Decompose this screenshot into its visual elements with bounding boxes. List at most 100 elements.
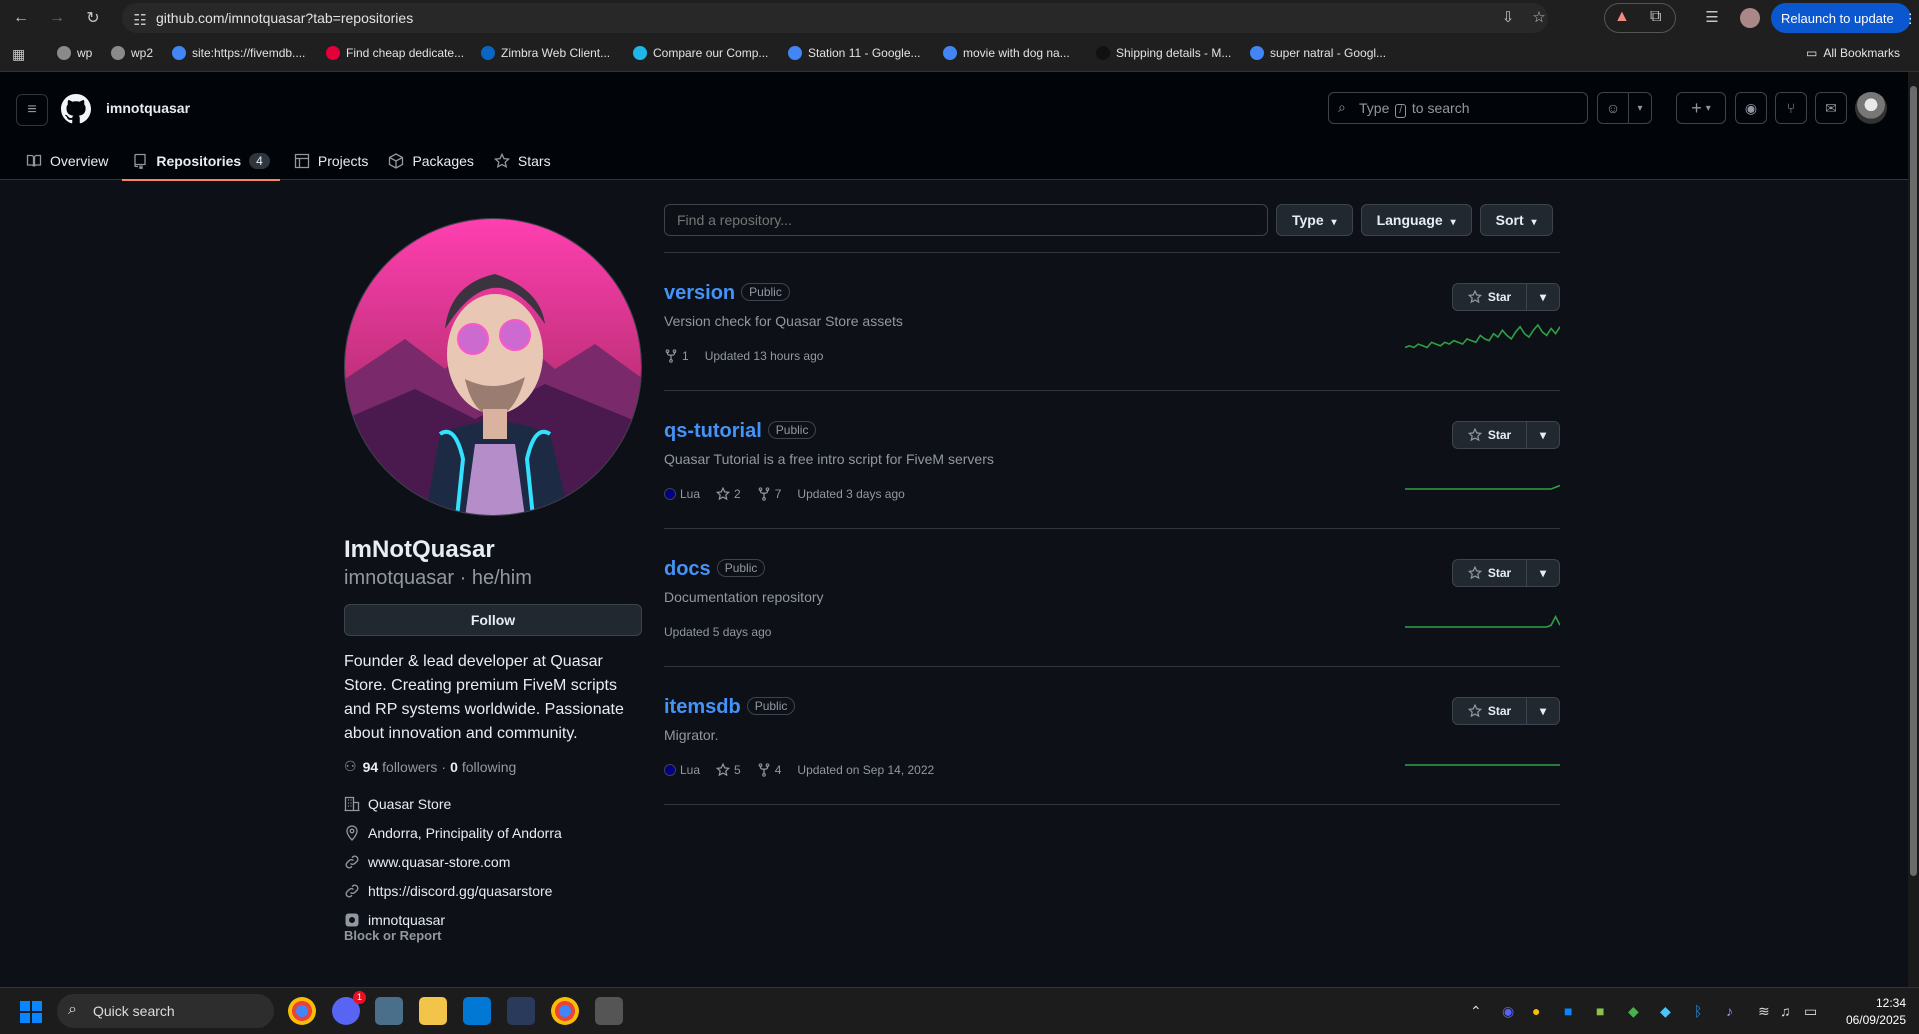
copilot-dropdown-icon[interactable]: ▾ xyxy=(1628,92,1652,124)
quick-search-box[interactable]: ⌕ Quick search xyxy=(57,994,274,1028)
tab-packages[interactable]: Packages xyxy=(378,142,483,180)
chrome-taskbar-icon[interactable] xyxy=(288,997,316,1025)
instagram-link[interactable]: imnotquasar xyxy=(368,912,445,928)
star-list-dropdown-icon[interactable]: ▾ xyxy=(1527,422,1559,448)
tab-overview[interactable]: Overview xyxy=(16,142,118,180)
tab-projects[interactable]: Projects xyxy=(284,142,379,180)
all-bookmarks[interactable]: ▭ All Bookmarks xyxy=(1806,46,1900,60)
generic-app-icon[interactable] xyxy=(595,997,623,1025)
bookmark-star-icon[interactable]: ☆ xyxy=(1529,8,1549,28)
extensions-puzzle-icon[interactable]: ⧉ xyxy=(1650,8,1661,26)
reading-list-icon[interactable]: ☰ xyxy=(1702,8,1722,28)
page-scrollbar[interactable] xyxy=(1908,72,1919,987)
microphone-icon[interactable]: ♪ xyxy=(1726,1003,1733,1019)
issues-icon[interactable]: ◉ xyxy=(1735,92,1767,124)
tray-overflow-icon[interactable]: ⌃ xyxy=(1470,1003,1482,1020)
back-arrow-icon[interactable]: ← xyxy=(9,6,33,30)
vscode-icon[interactable] xyxy=(463,997,491,1025)
bookmark-item[interactable]: Shipping details - M... xyxy=(1096,46,1231,60)
extension-pill[interactable]: ▲ ⧉ xyxy=(1604,3,1676,33)
repo-name-link[interactable]: docs xyxy=(664,558,711,580)
tab-repositories[interactable]: Repositories 4 xyxy=(122,142,280,181)
bookmark-item[interactable]: site:https://fivemdb.... xyxy=(172,46,305,60)
repo-forks[interactable]: 1 xyxy=(664,349,689,363)
github-logo-icon[interactable] xyxy=(61,94,91,124)
discord-tray-icon[interactable]: ◉ xyxy=(1502,1003,1514,1020)
repo-stargazers[interactable]: 5 xyxy=(716,763,741,777)
steam-tray-icon[interactable]: ◆ xyxy=(1660,1003,1671,1020)
relaunch-button[interactable]: Relaunch to update ⋮ xyxy=(1771,3,1917,33)
apps-grid-icon[interactable]: ▦ xyxy=(12,46,25,63)
discord-link[interactable]: https://discord.gg/quasarstore xyxy=(368,883,552,899)
repo-forks[interactable]: 4 xyxy=(757,763,781,777)
snipping-tool-icon[interactable] xyxy=(375,997,403,1025)
bookmark-item[interactable]: movie with dog na... xyxy=(943,46,1070,60)
company-name[interactable]: Quasar Store xyxy=(368,796,451,812)
file-explorer-icon[interactable] xyxy=(419,997,447,1025)
menu-icon[interactable]: ≡ xyxy=(16,94,48,126)
star-list-dropdown-icon[interactable]: ▾ xyxy=(1527,698,1559,724)
create-new-icon[interactable]: + ▾ xyxy=(1676,92,1726,124)
bookmark-item[interactable]: Station 11 - Google... xyxy=(788,46,921,60)
nvidia-tray-icon[interactable]: ■ xyxy=(1596,1003,1604,1019)
battery-icon[interactable]: ▭ xyxy=(1804,1003,1817,1020)
kebab-menu-icon[interactable]: ⋮ xyxy=(1904,11,1917,26)
url-text[interactable]: github.com/imnotquasar?tab=repositories xyxy=(156,10,413,26)
followers-link[interactable]: followers xyxy=(382,759,437,775)
following-link[interactable]: following xyxy=(462,759,516,775)
windows-start-icon[interactable] xyxy=(20,1001,42,1023)
star-button[interactable]: Star xyxy=(1453,560,1527,586)
copilot-icon[interactable]: ☺ xyxy=(1597,92,1629,124)
chrome-profile-taskbar-icon[interactable] xyxy=(551,997,579,1025)
forward-arrow-icon[interactable]: → xyxy=(45,6,69,30)
volume-icon[interactable]: ♫ xyxy=(1780,1003,1791,1019)
user-avatar[interactable] xyxy=(1855,92,1887,124)
repo-forks[interactable]: 7 xyxy=(757,487,781,501)
type-dropdown[interactable]: Type ▾ xyxy=(1276,204,1353,236)
star-button[interactable]: Star xyxy=(1453,698,1527,724)
following-count[interactable]: 0 xyxy=(450,759,458,775)
davinci-resolve-icon[interactable] xyxy=(507,997,535,1025)
repo-name-link[interactable]: itemsdb xyxy=(664,696,741,718)
star-list-dropdown-icon[interactable]: ▾ xyxy=(1527,560,1559,586)
star-button[interactable]: Star xyxy=(1453,284,1527,310)
bookmark-item[interactable]: wp2 xyxy=(111,46,153,60)
scrollbar-thumb[interactable] xyxy=(1910,86,1917,876)
discord-taskbar-icon[interactable]: 1 xyxy=(332,991,366,1025)
pull-requests-icon[interactable]: ⑂ xyxy=(1775,92,1807,124)
follow-button[interactable]: Follow xyxy=(344,604,642,636)
block-or-report-link[interactable]: Block or Report xyxy=(344,928,642,943)
profile-avatar[interactable] xyxy=(344,218,642,516)
search-input[interactable]: ⌕ Type / to search xyxy=(1328,92,1588,124)
inbox-icon[interactable]: ✉ xyxy=(1815,92,1847,124)
bookmark-item[interactable]: Find cheap dedicate... xyxy=(326,46,464,60)
profile-avatar-icon[interactable] xyxy=(1740,8,1760,28)
sort-dropdown[interactable]: Sort ▾ xyxy=(1479,204,1553,236)
repo-name-link[interactable]: version xyxy=(664,282,735,304)
chrome-tray-icon[interactable]: ● xyxy=(1532,1003,1540,1019)
fork-icon xyxy=(758,487,770,501)
star-list-dropdown-icon[interactable]: ▾ xyxy=(1527,284,1559,310)
find-repository-input[interactable] xyxy=(664,204,1268,236)
bookmark-item[interactable]: Compare our Comp... xyxy=(633,46,768,60)
star-button[interactable]: Star xyxy=(1453,422,1527,448)
bookmark-item[interactable]: super natral - Googl... xyxy=(1250,46,1386,60)
bluetooth-icon[interactable]: ᛒ xyxy=(1694,1003,1702,1019)
repo-stargazers[interactable]: 2 xyxy=(716,487,741,501)
bookmark-item[interactable]: wp xyxy=(57,46,92,60)
info-tray-icon[interactable]: ■ xyxy=(1564,1003,1572,1019)
language-dropdown[interactable]: Language ▾ xyxy=(1360,204,1472,236)
install-app-icon[interactable]: ⇩ xyxy=(1498,8,1518,28)
wifi-icon[interactable]: ≋ xyxy=(1758,1003,1770,1020)
bookmark-item[interactable]: Zimbra Web Client... xyxy=(481,46,610,60)
warning-icon[interactable]: ▲ xyxy=(1614,8,1630,26)
followers-count[interactable]: 94 xyxy=(363,759,379,775)
taskbar-clock[interactable]: 12:34 06/09/2025 xyxy=(1838,995,1906,1029)
site-info-icon[interactable]: ☷ xyxy=(130,11,150,31)
reload-icon[interactable]: ↻ xyxy=(81,6,105,30)
website-link[interactable]: www.quasar-store.com xyxy=(368,854,510,870)
repo-name-link[interactable]: qs-tutorial xyxy=(664,420,762,442)
header-username[interactable]: imnotquasar xyxy=(106,100,190,116)
security-tray-icon[interactable]: ◆ xyxy=(1628,1003,1639,1020)
tab-stars[interactable]: Stars xyxy=(484,142,561,180)
